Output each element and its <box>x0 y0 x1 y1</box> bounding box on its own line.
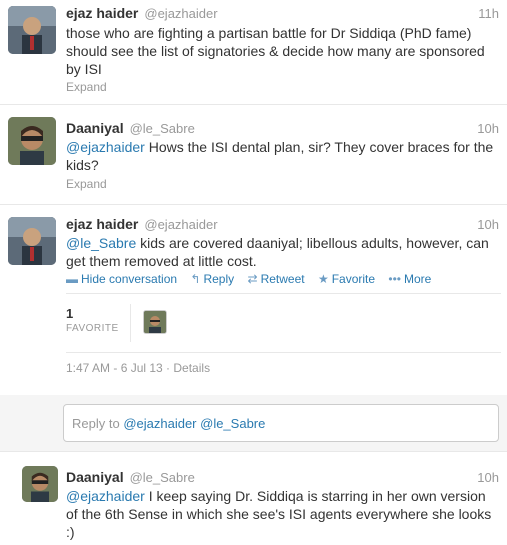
tweet-text: @ejazhaider I keep saying Dr. Siddiqa is… <box>66 487 501 541</box>
avatar[interactable] <box>8 217 56 265</box>
star-icon: ★ <box>317 272 329 286</box>
tweet-actions: ▬ Hide conversation ↰ Reply ⇄ Retweet ★ Favo… <box>66 272 441 286</box>
author-handle[interactable]: @ejazhaider <box>144 217 217 232</box>
avatar[interactable] <box>22 466 58 502</box>
expand-link[interactable]: Expand <box>66 177 107 191</box>
author-handle[interactable]: @le_Sabre <box>130 121 195 136</box>
mention-link[interactable]: @ejazhaider <box>66 139 145 155</box>
reply-prefix: Reply to <box>72 416 120 431</box>
tweet-text-line: kids are covered daaniyal; libellous adu… <box>136 235 489 251</box>
favorite-button[interactable]: ★ Favorite <box>318 272 375 286</box>
divider <box>66 352 501 353</box>
more-button[interactable]: ••• More <box>388 272 431 286</box>
conversation-icon: ▬ <box>66 272 78 286</box>
avatar[interactable] <box>8 117 56 165</box>
tweet-text-line: of the 6th Sense in which she see's ISI … <box>66 506 492 522</box>
retweet-button[interactable]: ⇄ Retweet <box>248 272 305 286</box>
tweet-text: @ejazhaider Hows the ISI dental plan, si… <box>66 138 501 174</box>
tweet-text: @le_Sabre kids are covered daaniyal; lib… <box>66 234 501 270</box>
author-handle[interactable]: @le_Sabre <box>130 470 195 485</box>
avatar[interactable] <box>8 6 56 54</box>
tweet-text-line: kids? <box>66 157 99 173</box>
mention-link[interactable]: @le_Sabre <box>66 235 136 251</box>
timestamp[interactable]: 10h <box>477 121 499 136</box>
hide-conversation-button[interactable]: ▬ Hide conversation <box>66 272 177 286</box>
reply-arrow-icon: ↰ <box>190 272 201 286</box>
tweet-text-line: those who are fighting a partisan battle… <box>66 25 472 41</box>
reply-input[interactable]: Reply to @ejazhaider @le_Sabre <box>63 404 499 442</box>
tweet-3-expanded[interactable]: ejaz haider @ejazhaider 10h @le_Sabre kid… <box>0 205 507 395</box>
divider <box>66 293 501 294</box>
retweet-icon: ⇄ <box>247 272 258 286</box>
tweet-text-line: :) <box>66 524 75 540</box>
author-handle[interactable]: @ejazhaider <box>144 6 217 21</box>
author-name[interactable]: ejaz haider @ejazhaider <box>66 216 218 232</box>
mention-link[interactable]: @ejazhaider <box>66 488 145 504</box>
favorite-label: FAVORITE <box>66 323 119 334</box>
tweet-text-line: should see the list of signatories & dec… <box>66 43 485 59</box>
tweet-text-line: Hows the ISI dental plan, sir? They cove… <box>144 139 494 155</box>
tweet-timestamp-details[interactable]: 1:47 AM - 6 Jul 13 · Details <box>66 361 210 375</box>
tweet-text-line: get them removed at little cost. <box>66 253 257 269</box>
divider <box>130 304 131 342</box>
author-name[interactable]: ejaz haider @ejazhaider <box>66 5 218 21</box>
author-name[interactable]: Daaniyal @le_Sabre <box>66 469 195 485</box>
tweet-text-line: I keep saying Dr. Siddiqa is starring in… <box>144 488 486 504</box>
favorites-stat[interactable]: 1 FAVORITE <box>66 306 119 334</box>
timestamp[interactable]: 10h <box>477 217 499 232</box>
tweet-text: those who are fighting a partisan battle… <box>66 24 501 78</box>
favoriter-avatar[interactable] <box>143 310 167 334</box>
tweet-text-line: by ISI <box>66 61 102 77</box>
tweet-1[interactable]: ejaz haider @ejazhaider 11h those who are… <box>0 0 507 105</box>
author-name[interactable]: Daaniyal @le_Sabre <box>66 120 195 136</box>
tweet-4[interactable]: Daaniyal @le_Sabre 10h @ejazhaider I keep… <box>0 451 507 545</box>
expand-link[interactable]: Expand <box>66 80 107 94</box>
more-dots-icon: ••• <box>388 272 402 286</box>
favorite-count: 1 <box>66 306 74 321</box>
timestamp[interactable]: 11h <box>478 6 499 21</box>
reply-mentions: @ejazhaider @le_Sabre <box>123 416 266 431</box>
tweet-2[interactable]: Daaniyal @le_Sabre 10h @ejazhaider Hows t… <box>0 105 507 205</box>
reply-button[interactable]: ↰ Reply <box>190 272 234 286</box>
timestamp[interactable]: 10h <box>477 470 499 485</box>
